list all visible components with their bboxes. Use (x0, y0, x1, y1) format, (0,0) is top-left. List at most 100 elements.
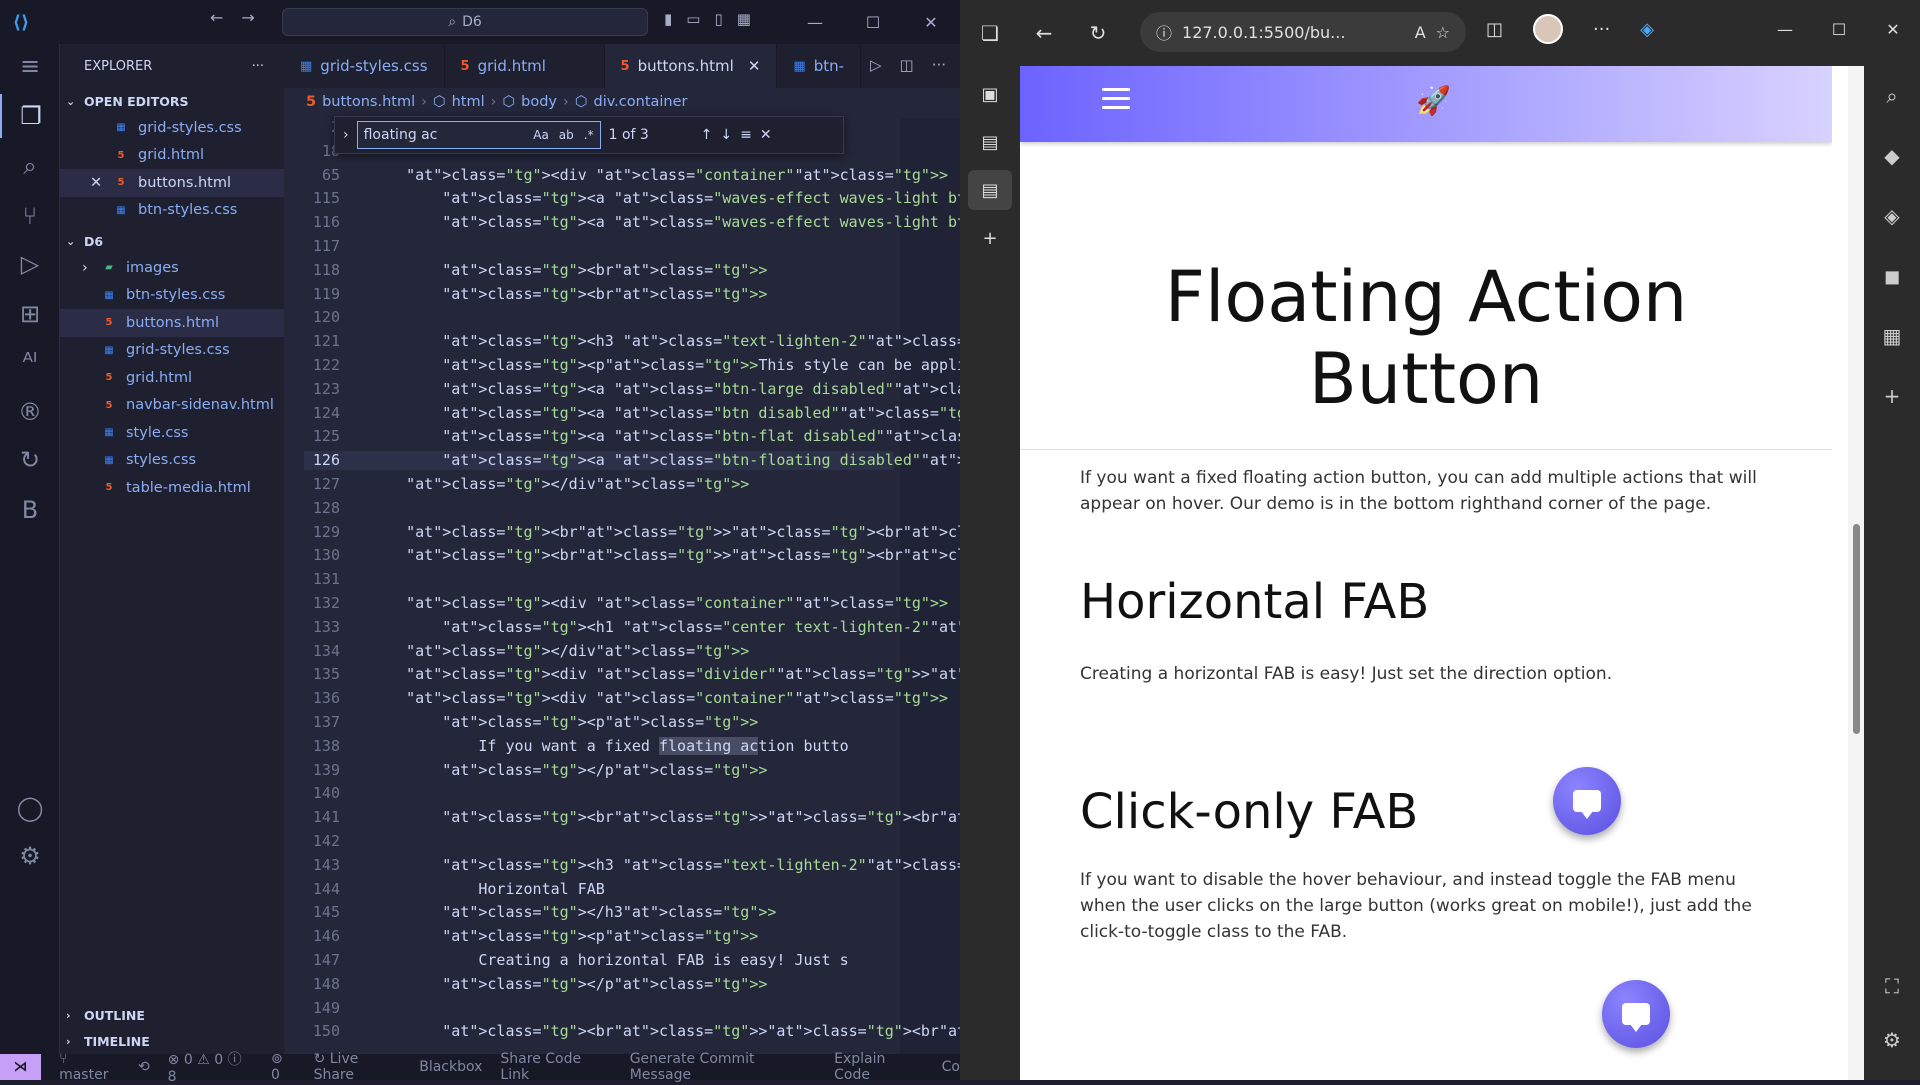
blackbox-icon[interactable]: B (0, 488, 60, 532)
back-arrow-icon[interactable]: ← (1024, 13, 1064, 53)
tab-btn-styles[interactable]: ▦ btn- (777, 44, 862, 88)
code-editor[interactable]: 2 18 65 "at">class="tg"><div "at">class="c… (284, 118, 960, 1054)
calendar-icon[interactable]: ▦ (1864, 306, 1920, 366)
open-editor-item[interactable]: ▦ btn-styles.css (60, 197, 284, 225)
copilot-icon[interactable]: ◈ (1640, 19, 1654, 40)
remote-icon[interactable]: ® (0, 390, 60, 434)
match-word-toggle[interactable]: ab (559, 128, 574, 142)
ports-status[interactable]: ⊚ 0 (271, 1051, 296, 1083)
file-item-selected[interactable]: 5 buttons.html (60, 309, 284, 337)
close-tab-icon[interactable]: ✕ (748, 57, 761, 75)
shopping-tag-icon[interactable]: ◆ (1864, 126, 1920, 186)
folder-section[interactable]: ⌄ D6 (60, 228, 284, 254)
code-line[interactable]: "at">class="tg"><a "at">class="btn-float… (370, 451, 960, 469)
code-line[interactable]: "at">class="tg"><a "at">class="waves-eff… (370, 213, 960, 231)
generate-commit-message[interactable]: Generate Commit Message (630, 1051, 816, 1083)
live-share-status[interactable]: ↻ Live Share (314, 1051, 402, 1083)
breadcrumb-item[interactable]: html (452, 94, 485, 110)
code-line[interactable]: "at">class="tg"><a "at">class="btn disab… (370, 404, 960, 422)
code-line[interactable]: "at">class="tg"><div "at">class="contain… (370, 594, 948, 612)
find-input[interactable]: floating ac Aa ab .* (356, 121, 601, 149)
code-line[interactable]: "at">class="tg"><br"at">class="tg">> (370, 285, 767, 303)
file-item[interactable]: 5 navbar-sidenav.html (60, 392, 284, 420)
share-code-link[interactable]: Share Code Link (500, 1051, 611, 1083)
file-item[interactable]: ▦ style.css (60, 419, 284, 447)
file-item[interactable]: 5 grid.html (60, 364, 284, 392)
account-icon[interactable]: ◯ (0, 786, 60, 830)
customize-layout-icon[interactable]: ▦ (737, 10, 751, 28)
code-line[interactable]: If you want a fixed floating action butt… (370, 736, 849, 755)
close-find-icon[interactable]: ✕ (760, 127, 772, 143)
code-line[interactable]: "at">class="tg"><a "at">class="btn-large… (370, 380, 960, 398)
code-line[interactable]: "at">class="tg"><br"at">class="tg">> (370, 261, 767, 279)
close-icon[interactable]: ✕ (1866, 0, 1920, 58)
forward-arrow-icon[interactable]: → (241, 8, 254, 27)
folder-item[interactable]: › ▰ images (60, 254, 284, 282)
find-in-selection-icon[interactable]: ≡ (740, 127, 752, 143)
code-line[interactable]: "at">class="tg"></p"at">class="tg">> (370, 761, 767, 779)
address-bar[interactable]: ⓘ 127.0.0.1:5500/bu... A ☆ (1140, 12, 1466, 52)
code-line[interactable]: Creating a horizontal FAB is easy! Just … (370, 951, 848, 969)
previous-match-icon[interactable]: ↑ (701, 127, 713, 143)
ai-icon[interactable]: ᴬᴵ (0, 340, 60, 384)
minimize-icon[interactable]: — (786, 0, 844, 44)
maximize-icon[interactable]: ☐ (844, 0, 902, 44)
active-page-tab-icon[interactable]: ▤ (968, 170, 1012, 210)
source-control-icon[interactable]: ⑂ (0, 194, 60, 238)
extensions-icon[interactable]: ⊞ (0, 292, 60, 336)
command-center-search[interactable]: ⌕ D6 (282, 8, 648, 36)
file-item[interactable]: ▦ btn-styles.css (60, 282, 284, 310)
copilot-icon[interactable]: ◈ (1864, 186, 1920, 246)
branch-status[interactable]: ⑂ master (59, 1051, 120, 1083)
maximize-icon[interactable]: ☐ (1812, 0, 1866, 58)
avatar[interactable] (1533, 14, 1564, 44)
hamburger-menu-icon[interactable] (1102, 88, 1130, 110)
explorer-icon[interactable]: ❐ (0, 94, 60, 138)
settings-gear-icon[interactable]: ⚙ (1864, 1010, 1920, 1070)
open-editor-item[interactable]: 5 grid.html (60, 142, 284, 170)
outline-section[interactable]: › OUTLINE (60, 1002, 284, 1028)
regex-toggle[interactable]: .* (584, 128, 594, 142)
open-editor-item[interactable]: ▦ grid-styles.css (60, 114, 284, 142)
tab-actions-icon[interactable]: ❏ (970, 13, 1010, 53)
explain-code[interactable]: Explain Code (834, 1051, 924, 1083)
settings-gear-icon[interactable]: ⚙ (0, 834, 60, 878)
tab-grid-styles[interactable]: ▦ grid-styles.css (284, 44, 445, 88)
minimize-icon[interactable]: — (1758, 0, 1812, 58)
code-line[interactable]: "at">class="tg"><h3 "at">class="text-lig… (370, 332, 960, 350)
open-editor-item-active[interactable]: ✕ 5 buttons.html (60, 169, 284, 197)
more-icon[interactable]: ··· (1593, 19, 1610, 40)
code-line[interactable]: "at">class="tg"><br"at">class="tg">>"at"… (370, 523, 960, 541)
menu-icon[interactable]: ≡ (0, 44, 60, 88)
code-line[interactable]: "at">class="tg"></div"at">class="tg">> (370, 475, 749, 493)
new-tab-icon[interactable]: + (968, 218, 1012, 258)
run-debug-icon[interactable]: ▷ (0, 242, 60, 286)
add-icon[interactable]: + (1864, 366, 1920, 426)
more-actions-icon[interactable]: ··· (932, 56, 946, 74)
page-tab-icon[interactable]: ▤ (968, 122, 1012, 162)
screenshot-icon[interactable]: ⛶ (1864, 956, 1920, 1016)
code-line[interactable]: Horizontal FAB (370, 880, 604, 898)
read-aloud-icon[interactable]: A (1415, 23, 1426, 42)
next-match-icon[interactable]: ↓ (720, 127, 732, 143)
code-line[interactable]: "at">class="tg"><div "at">class="contain… (370, 689, 948, 707)
code-line[interactable]: "at">class="tg"><div "at">class="divider… (370, 665, 960, 683)
search-icon[interactable]: ⌕ (0, 144, 60, 188)
code-line[interactable]: "at">class="tg"></p"at">class="tg">> (370, 975, 767, 993)
code-line[interactable]: "at">class="tg"><p"at">class="tg">>This … (370, 356, 960, 374)
more-actions-icon[interactable]: ··· (252, 59, 264, 74)
breadcrumb-item[interactable]: buttons.html (322, 94, 415, 110)
blackbox-status[interactable]: Blackbox (419, 1059, 482, 1075)
code-line[interactable]: "at">class="tg"><h3 "at">class="text-lig… (370, 856, 960, 874)
close-icon[interactable]: ✕ (902, 0, 960, 44)
refresh-icon[interactable]: ↻ (1078, 13, 1118, 53)
file-item[interactable]: ▦ styles.css (60, 447, 284, 475)
tab-grid[interactable]: 5 grid.html (445, 44, 605, 88)
code-line[interactable]: "at">class="tg"></h3"at">class="tg">> (370, 903, 776, 921)
toggle-panel-icon[interactable]: ▭ (686, 10, 700, 28)
rocket-logo-icon[interactable]: 🚀 (1416, 84, 1451, 117)
code-line[interactable]: "at">class="tg"><br"at">class="tg">>"at"… (370, 808, 960, 826)
page-scrollbar[interactable] (1848, 66, 1864, 1080)
code-line[interactable]: "at">class="tg"></div"at">class="tg">> (370, 642, 749, 660)
match-case-toggle[interactable]: Aa (533, 128, 549, 142)
